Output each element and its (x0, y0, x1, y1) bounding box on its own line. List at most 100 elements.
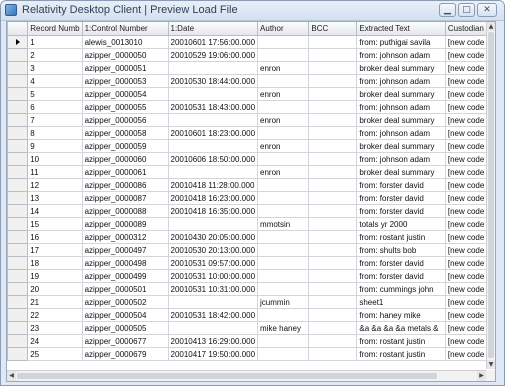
cell-date[interactable]: 20010413 16:29:00.000 (167, 334, 259, 348)
cell-bcc[interactable] (308, 204, 358, 218)
row-selector[interactable] (7, 165, 29, 179)
cell-record-number[interactable]: 22 (27, 308, 83, 322)
vertical-scrollbar[interactable]: ▲ ▼ (486, 22, 495, 369)
cell-control-number[interactable]: azipper_0000055 (81, 100, 169, 114)
cell-bcc[interactable] (308, 295, 358, 309)
cell-author[interactable]: enron (257, 61, 310, 75)
close-button[interactable]: ✕ (477, 3, 497, 17)
cell-bcc[interactable] (308, 126, 358, 140)
cell-author[interactable]: enron (257, 139, 310, 153)
cell-record-number[interactable]: 19 (27, 269, 83, 283)
cell-author[interactable] (257, 282, 310, 296)
row-selector[interactable] (7, 74, 29, 88)
cell-date[interactable]: 20010531 10:31:00.000 (167, 282, 259, 296)
table-row[interactable]: 21 azipper_0000502 jcummin sheet1 [new code (7, 295, 495, 309)
cell-extracted-text[interactable]: from: forster david (356, 204, 446, 218)
cell-author[interactable] (257, 243, 310, 257)
cell-extracted-text[interactable]: from: haney mike (356, 308, 446, 322)
cell-extracted-text[interactable]: from: puthigai savila (356, 35, 446, 49)
cell-control-number[interactable]: azipper_0000086 (81, 178, 169, 192)
row-selector[interactable] (7, 191, 29, 205)
cell-bcc[interactable] (308, 178, 358, 192)
cell-record-number[interactable]: 14 (27, 204, 83, 218)
table-row[interactable]: 8 azipper_0000058 20010601 18:23:00.000 fro… (7, 126, 495, 140)
table-row[interactable]: 23 azipper_0000505 mike haney &a &a &a &a m… (7, 321, 495, 335)
cell-date[interactable]: 20010531 18:43:00.000 (167, 100, 259, 114)
cell-control-number[interactable]: azipper_0000501 (81, 282, 169, 296)
table-row[interactable]: 13 azipper_0000087 20010418 16:23:00.000 fr… (7, 191, 495, 205)
cell-author[interactable] (257, 204, 310, 218)
column-header-date[interactable]: 1:Date (167, 22, 259, 36)
cell-date[interactable]: 20010418 16:35:00.000 (167, 204, 259, 218)
cell-record-number[interactable]: 9 (27, 139, 83, 153)
row-selector[interactable] (7, 217, 29, 231)
row-selector[interactable] (7, 139, 29, 153)
vertical-scroll-thumb[interactable] (488, 32, 494, 358)
column-header-author[interactable]: Author (257, 22, 310, 36)
cell-bcc[interactable] (308, 230, 358, 244)
cell-control-number[interactable]: azipper_0000050 (81, 48, 169, 62)
cell-record-number[interactable]: 15 (27, 217, 83, 231)
cell-record-number[interactable]: 16 (27, 230, 83, 244)
cell-date[interactable] (167, 87, 259, 101)
cell-extracted-text[interactable]: from: johnson adam (356, 126, 446, 140)
cell-author[interactable] (257, 100, 310, 114)
cell-author[interactable] (257, 191, 310, 205)
cell-author[interactable] (257, 269, 310, 283)
table-row[interactable]: 24 azipper_0000677 20010413 16:29:00.000 fr… (7, 334, 495, 348)
scroll-up-icon[interactable]: ▲ (487, 22, 495, 31)
cell-control-number[interactable]: azipper_0000059 (81, 139, 169, 153)
row-selector[interactable] (7, 152, 29, 166)
table-row[interactable]: 4 azipper_0000053 20010530 18:44:00.000 fro… (7, 74, 495, 88)
cell-extracted-text[interactable]: from: forster david (356, 269, 446, 283)
cell-record-number[interactable]: 25 (27, 347, 83, 361)
column-header-control-number[interactable]: 1:Control Number (81, 22, 169, 36)
cell-extracted-text[interactable]: from: forster david (356, 191, 446, 205)
cell-control-number[interactable]: azipper_0000087 (81, 191, 169, 205)
cell-control-number[interactable]: azipper_0000060 (81, 152, 169, 166)
cell-control-number[interactable]: azipper_0000056 (81, 113, 169, 127)
cell-date[interactable]: 20010417 19:50:00.000 (167, 347, 259, 361)
cell-extracted-text[interactable]: from: johnson adam (356, 48, 446, 62)
cell-author[interactable]: mike haney (257, 321, 310, 335)
row-selector[interactable] (7, 269, 29, 283)
cell-date[interactable]: 20010531 09:57:00.000 (167, 256, 259, 270)
cell-record-number[interactable]: 6 (27, 100, 83, 114)
cell-author[interactable] (257, 35, 310, 49)
cell-record-number[interactable]: 21 (27, 295, 83, 309)
cell-record-number[interactable]: 23 (27, 321, 83, 335)
row-selector[interactable] (7, 230, 29, 244)
cell-control-number[interactable]: azipper_0000497 (81, 243, 169, 257)
row-selector[interactable] (7, 347, 29, 361)
table-row[interactable]: 2 azipper_0000050 20010529 19:06:00.000 fro… (7, 48, 495, 62)
cell-extracted-text[interactable]: from: rostant justin (356, 347, 446, 361)
cell-extracted-text[interactable]: broker deal summary (356, 87, 446, 101)
cell-extracted-text[interactable]: sheet1 (356, 295, 446, 309)
cell-date[interactable] (167, 61, 259, 75)
cell-control-number[interactable]: azipper_0000677 (81, 334, 169, 348)
cell-date[interactable]: 20010529 19:06:00.000 (167, 48, 259, 62)
table-row[interactable]: 3 azipper_0000051 enron broker deal summary… (7, 61, 495, 75)
row-selector[interactable] (7, 295, 29, 309)
cell-record-number[interactable]: 11 (27, 165, 83, 179)
cell-bcc[interactable] (308, 61, 358, 75)
row-selector[interactable] (7, 178, 29, 192)
cell-control-number[interactable]: azipper_0000053 (81, 74, 169, 88)
cell-bcc[interactable] (308, 243, 358, 257)
cell-bcc[interactable] (308, 100, 358, 114)
row-selector[interactable] (7, 256, 29, 270)
table-row[interactable]: 6 azipper_0000055 20010531 18:43:00.000 fro… (7, 100, 495, 114)
row-selector[interactable] (7, 321, 29, 335)
table-row[interactable]: 12 azipper_0000086 20010418 11:28:00.000 fr… (7, 178, 495, 192)
cell-bcc[interactable] (308, 87, 358, 101)
cell-record-number[interactable]: 18 (27, 256, 83, 270)
cell-control-number[interactable]: azipper_0000089 (81, 217, 169, 231)
row-selector[interactable] (7, 87, 29, 101)
cell-record-number[interactable]: 12 (27, 178, 83, 192)
cell-date[interactable] (167, 139, 259, 153)
cell-extracted-text[interactable]: from: rostant justin (356, 230, 446, 244)
cell-control-number[interactable]: azipper_0000312 (81, 230, 169, 244)
cell-date[interactable] (167, 295, 259, 309)
cell-date[interactable]: 20010601 17:56:00.000 (167, 35, 259, 49)
table-row[interactable]: 25 azipper_0000679 20010417 19:50:00.000 fr… (7, 347, 495, 361)
